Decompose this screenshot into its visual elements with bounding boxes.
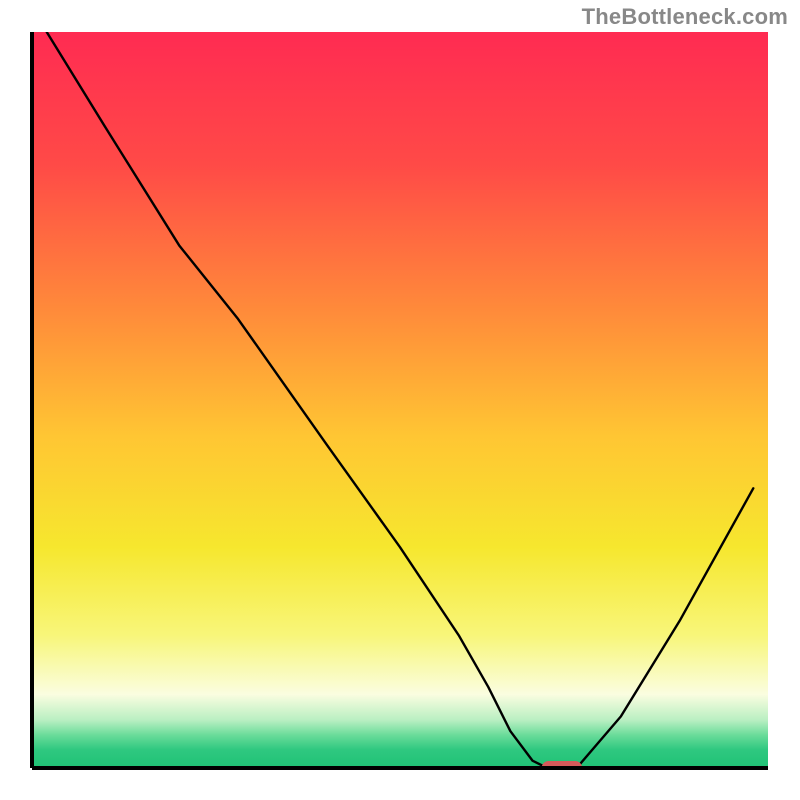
chart-frame: TheBottleneck.com [0, 0, 800, 800]
watermark-text: TheBottleneck.com [582, 4, 788, 30]
bottleneck-chart [0, 0, 800, 800]
